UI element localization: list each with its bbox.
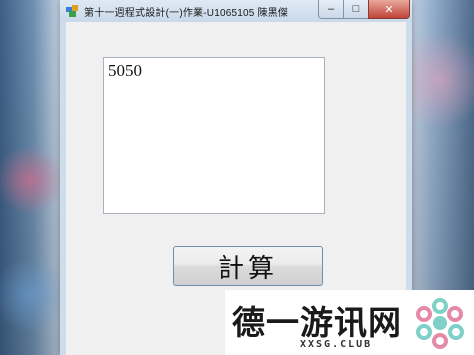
output-textbox[interactable]: 5050 xyxy=(103,57,325,214)
window-title: 第十一週程式設計(一)作業-U1065105 陳黑傑 xyxy=(84,8,289,19)
flower-logo-icon xyxy=(416,298,464,349)
desktop-blur-spot xyxy=(0,250,60,340)
close-button[interactable]: ✕ xyxy=(368,0,410,19)
title-bar[interactable]: 第十一週程式設計(一)作業-U1065105 陳黑傑 – □ ✕ xyxy=(60,0,412,22)
desktop-blur-spot xyxy=(0,140,60,220)
watermark-brand: 德一游讯网 xyxy=(232,303,402,342)
output-value: 5050 xyxy=(108,61,142,80)
watermark-domain: XXSG.CLUB xyxy=(300,339,373,350)
app-icon xyxy=(66,5,78,17)
calculate-button[interactable]: 計算 xyxy=(173,246,323,286)
desktop-blur-spot xyxy=(404,20,474,140)
maximize-button[interactable]: □ xyxy=(343,0,369,19)
minimize-button[interactable]: – xyxy=(318,0,344,19)
